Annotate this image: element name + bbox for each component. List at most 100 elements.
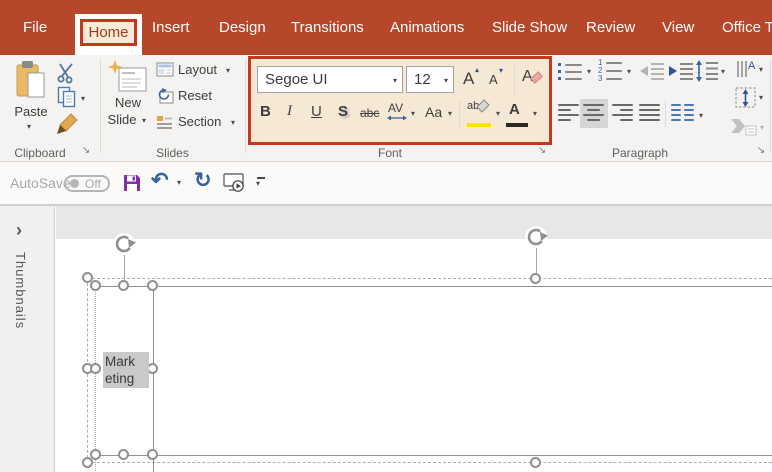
tab-transitions[interactable]: Transitions [291,0,364,55]
tab-animations[interactable]: Animations [390,0,464,55]
quick-access-toolbar: AutoSave Off [0,162,772,205]
increase-indent-button[interactable] [668,61,694,81]
text-direction-button[interactable]: A [735,59,757,81]
rotate-handle-textbox[interactable] [111,231,137,257]
strikethrough-button[interactable]: abc [360,106,379,120]
align-center-button[interactable] [583,104,605,120]
font-color-dropdown[interactable] [533,110,537,118]
new-slide-button[interactable] [108,60,150,94]
copy-dropdown[interactable] [81,95,85,103]
change-case-button[interactable]: Aa [425,104,442,120]
shrink-font-button[interactable]: A [489,72,498,87]
layout-dropdown[interactable] [226,67,230,75]
section-button[interactable] [156,114,174,130]
columns-button[interactable] [671,104,695,120]
tab-insert[interactable]: Insert [152,0,190,55]
bullets-dropdown[interactable] [587,68,591,76]
font-dialog-launcher[interactable] [536,145,548,157]
grow-font-button[interactable]: A [463,69,474,89]
numbering-dropdown[interactable] [627,68,631,76]
line-spacing-button[interactable] [695,60,719,82]
selection-handle[interactable] [90,449,101,460]
format-painter-icon [56,112,80,136]
line-spacing-dropdown[interactable] [721,68,725,76]
bullets-button[interactable] [558,61,584,81]
selected-text[interactable]: Mark eting [103,352,149,388]
highlight-color-bar [467,123,491,127]
autosave-toggle-knob [70,179,79,188]
start-from-beginning-button[interactable] [222,172,248,194]
tab-office-tab[interactable]: Office T [722,0,772,55]
text-direction-dropdown[interactable] [759,66,763,74]
font-size-value: 12 [414,71,431,88]
character-spacing-dropdown[interactable] [411,110,415,118]
undo-dropdown[interactable] [177,179,181,187]
convert-smartart-dropdown[interactable] [760,124,764,132]
new-slide-dropdown[interactable] [142,117,146,125]
autosave-toggle[interactable]: Off [64,175,110,192]
tab-view[interactable]: View [662,0,694,55]
new-slide-label-1[interactable]: New [102,95,154,110]
rotate-handle-table[interactable] [523,224,549,250]
undo-button[interactable] [151,168,169,193]
paragraph-dialog-launcher[interactable] [755,145,767,157]
save-button[interactable] [122,173,142,193]
align-text-button[interactable] [735,87,757,109]
section-label[interactable]: Section [178,114,221,129]
align-right-button[interactable] [612,104,634,120]
cut-button[interactable] [56,62,78,84]
tab-file[interactable]: File [23,0,47,55]
line-spacing-icon [695,60,719,82]
tab-review[interactable]: Review [586,0,635,55]
text-shadow-button[interactable]: S [338,103,348,120]
underline-button[interactable]: U [311,103,322,120]
selection-handle[interactable] [530,273,541,284]
font-size-combobox[interactable]: 12 [406,66,454,93]
align-left-button[interactable] [558,104,580,120]
format-painter-button[interactable] [56,112,80,136]
tab-slide-show[interactable]: Slide Show [492,0,567,55]
columns-dropdown[interactable] [699,112,703,120]
font-color-button[interactable]: A [509,101,520,118]
convert-smartart-button[interactable] [729,117,757,137]
layout-button[interactable] [156,62,174,78]
table-selection-outline[interactable] [87,278,772,463]
font-name-dropdown[interactable] [393,77,397,85]
character-spacing-button[interactable]: AV [388,101,403,115]
text-highlight-dropdown[interactable] [496,110,500,118]
justify-button[interactable] [639,104,661,120]
tab-home[interactable]: Home [75,14,142,55]
paste-label[interactable]: Paste [6,104,56,119]
autosave-label: AutoSave [10,175,71,191]
selection-handle[interactable] [118,449,129,460]
slide-canvas[interactable]: Mark eting [56,206,772,472]
reset-label[interactable]: Reset [178,88,212,103]
selection-handle[interactable] [530,457,541,468]
font-size-dropdown[interactable] [444,77,448,85]
paste-button[interactable] [14,60,48,102]
paste-dropdown[interactable] [27,123,31,131]
selection-handle[interactable] [147,449,158,460]
italic-button[interactable]: I [287,103,292,120]
layout-label[interactable]: Layout [178,62,217,77]
selection-handle[interactable] [118,280,129,291]
decrease-indent-button[interactable] [639,61,665,81]
expand-thumbnails-chevron-icon[interactable] [16,220,22,241]
change-case-dropdown[interactable] [448,110,452,118]
thumbnails-panel[interactable]: Thumbnails [0,206,55,472]
selection-handle[interactable] [90,363,101,374]
tab-design[interactable]: Design [219,0,266,55]
selection-handle[interactable] [90,280,101,291]
align-text-dropdown[interactable] [759,94,763,102]
selection-handle[interactable] [147,280,158,291]
clipboard-dialog-launcher[interactable] [80,145,92,157]
reset-icon [156,88,174,104]
numbering-button[interactable]: 1 2 3 [598,60,624,82]
bold-button[interactable]: B [260,103,271,120]
new-slide-label-2[interactable]: Slide [96,112,148,127]
copy-button[interactable] [57,86,77,108]
font-name-combobox[interactable]: Segoe UI [257,66,403,93]
redo-button[interactable] [194,168,212,193]
reset-button[interactable] [156,88,174,104]
section-dropdown[interactable] [231,119,235,127]
